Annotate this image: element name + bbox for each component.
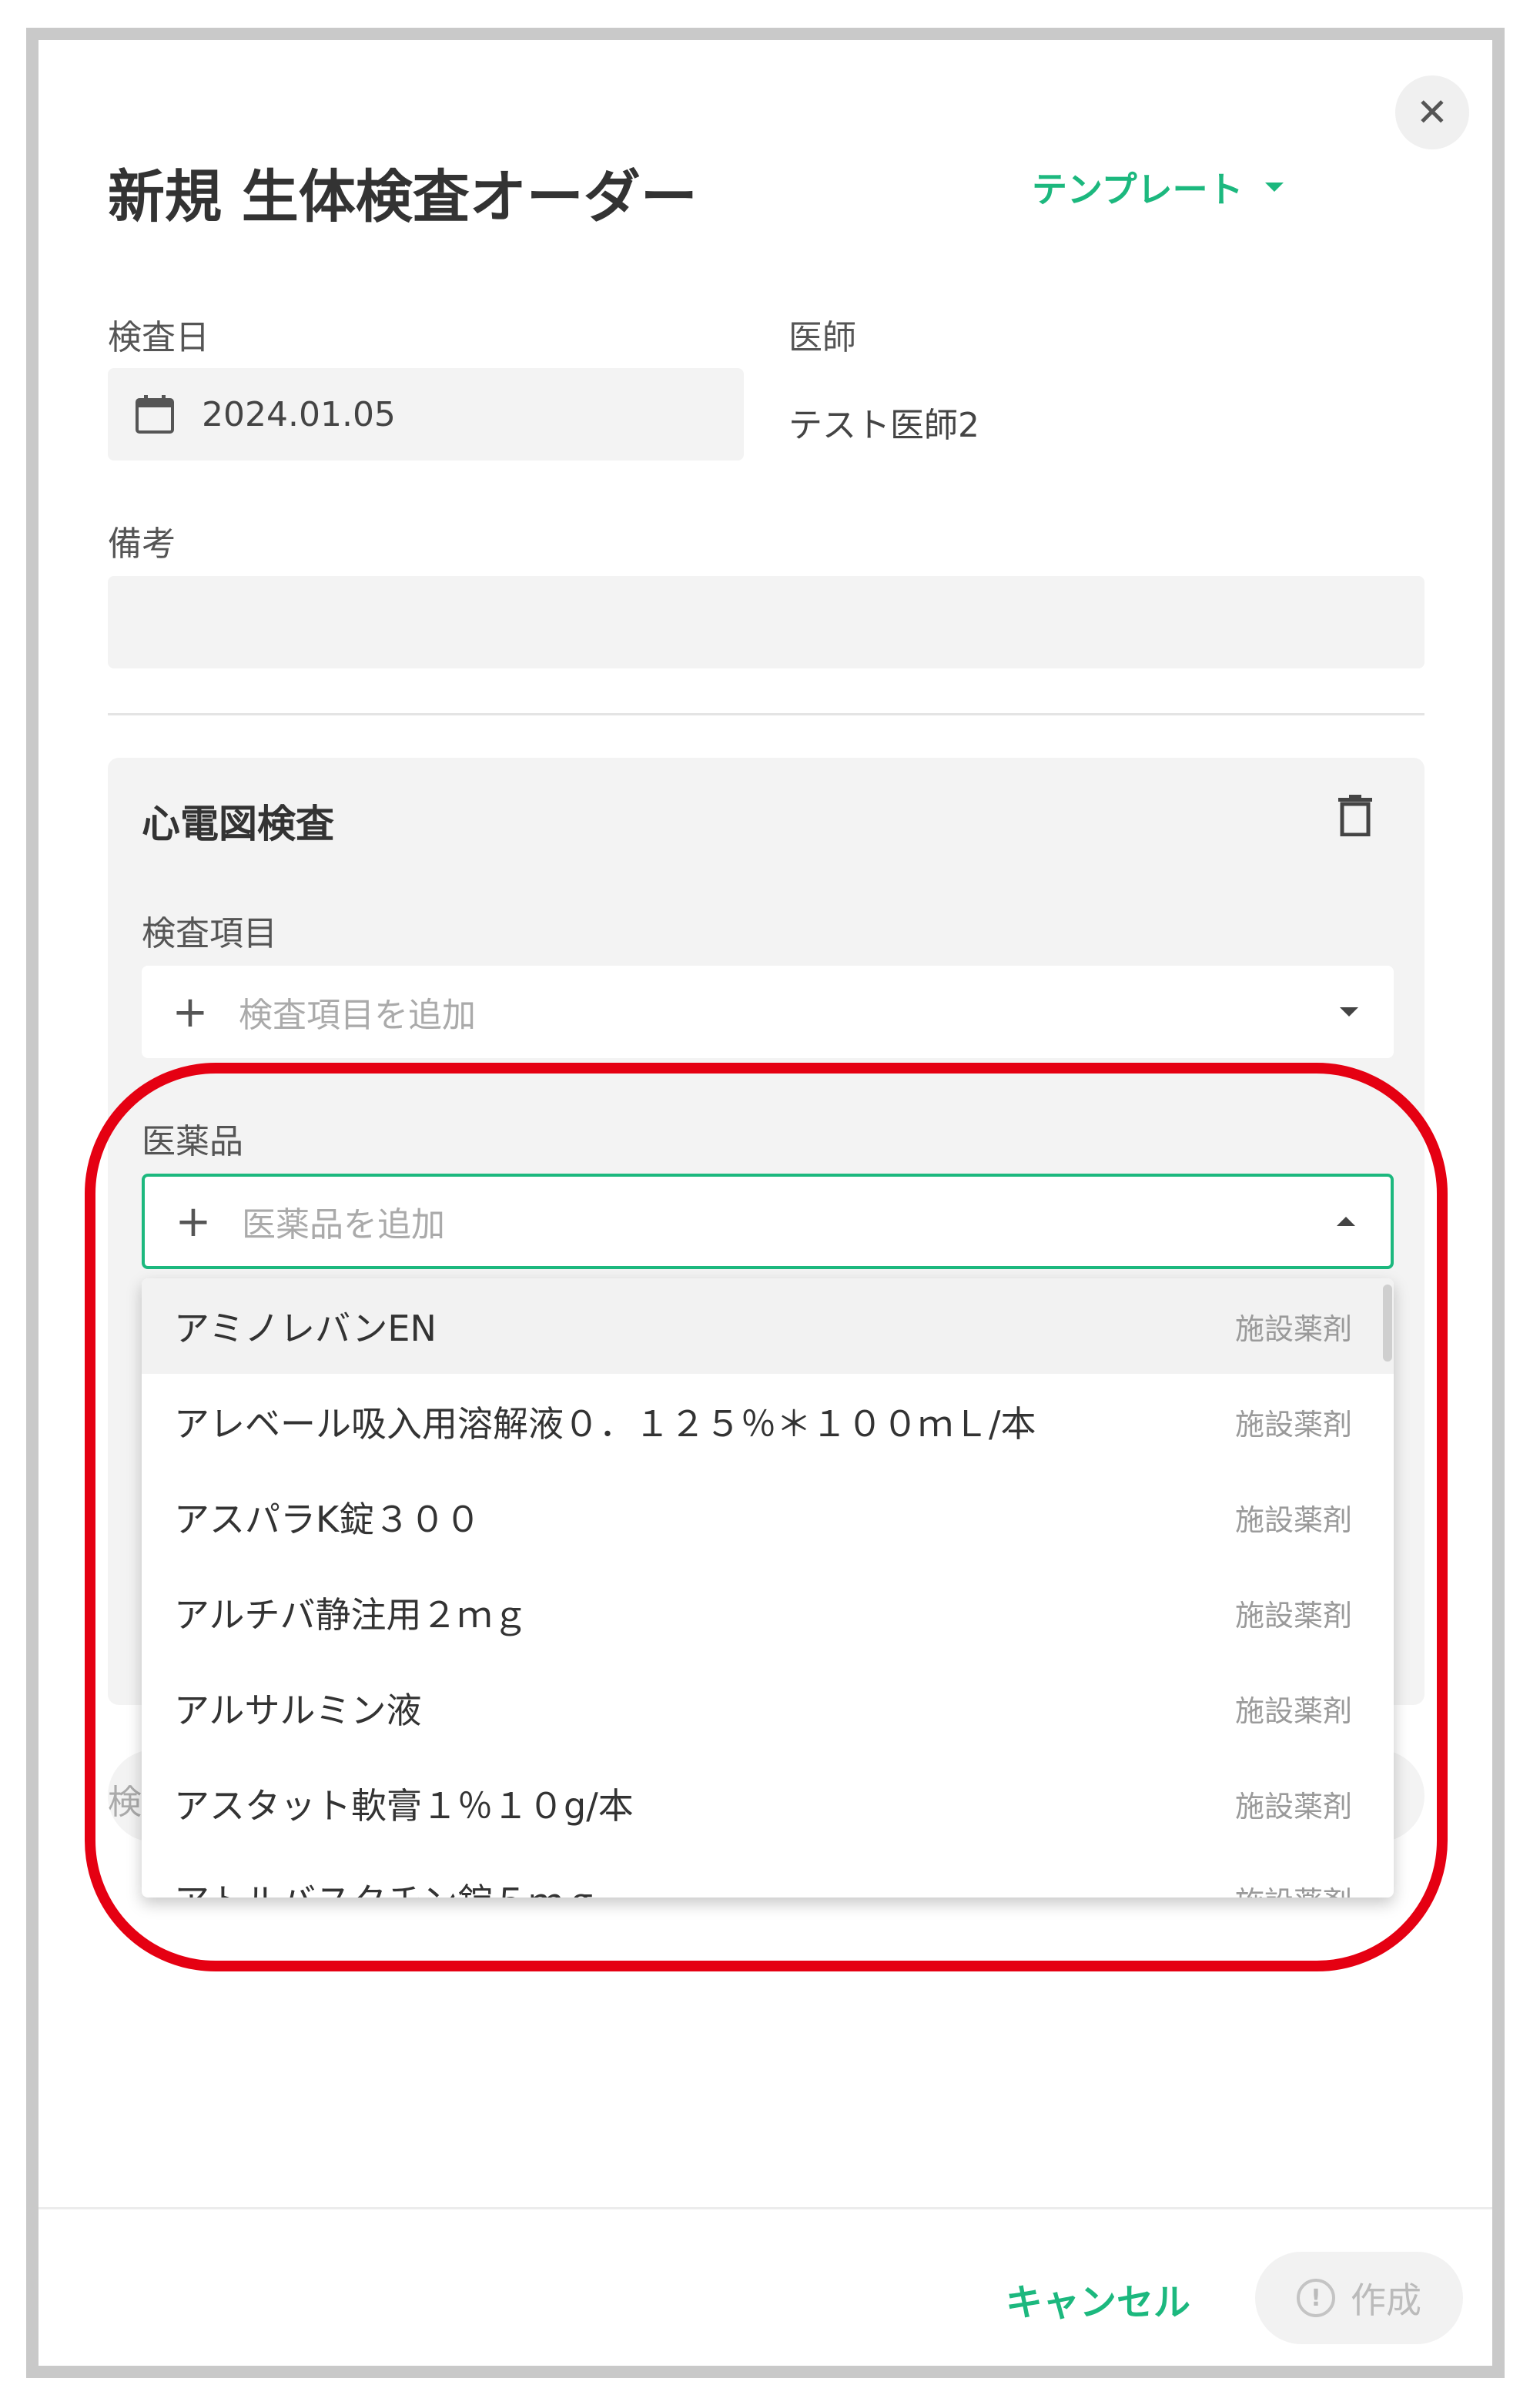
exam-items-combobox[interactable]: + 検査項目を追加	[142, 966, 1394, 1058]
trash-icon[interactable]	[1338, 795, 1372, 837]
notes-field[interactable]	[108, 576, 1424, 668]
items-label: 検査項目	[142, 914, 277, 953]
notes-label: 備考	[108, 524, 176, 564]
date-label: 検査日	[108, 318, 209, 357]
drug-dropdown-list[interactable]: アミノレバンEN 施設薬剤 アレベール吸入用溶解液０．１２５％＊１００ｍＬ/本 …	[142, 1278, 1394, 1898]
option-tag: 施設薬剤	[1234, 1789, 1352, 1824]
drugs-placeholder: 医薬品を追加	[242, 1205, 445, 1244]
dropdown-option[interactable]: アミノレバンEN 施設薬剤	[142, 1278, 1394, 1374]
divider	[108, 713, 1424, 715]
option-name: アスパラK錠３００	[174, 1499, 481, 1540]
option-tag: 施設薬剤	[1235, 1878, 1352, 1898]
close-button[interactable]: ✕	[1395, 75, 1469, 149]
dropdown-option[interactable]: アレベール吸入用溶解液０．１２５％＊１００ｍＬ/本 施設薬剤	[142, 1374, 1394, 1469]
exam-items-placeholder: 検査項目を追加	[239, 996, 476, 1035]
option-tag: 施設薬剤	[1234, 1598, 1352, 1633]
footer-divider	[38, 2207, 1492, 2209]
option-tag: 施設薬剤	[1234, 1407, 1352, 1442]
option-name: アルチバ静注用２ｍｇ	[174, 1594, 528, 1636]
plus-icon: +	[175, 1196, 212, 1247]
caret-up-icon	[1337, 1217, 1355, 1226]
dropdown-option[interactable]: アルサルミン液 施設薬剤	[142, 1660, 1394, 1756]
option-name: アミノレバンEN	[174, 1308, 437, 1349]
option-name: アルサルミン液	[174, 1690, 422, 1731]
alert-circle-icon: !	[1297, 2279, 1335, 2317]
option-tag: 施設薬剤	[1234, 1311, 1352, 1346]
caret-down-icon	[1340, 1007, 1358, 1017]
dropdown-option[interactable]: アトルバスタチン錠５ｍｇ 施設薬剤	[142, 1851, 1394, 1898]
doctor-label: 医師	[788, 318, 856, 357]
option-tag: 施設薬剤	[1234, 1502, 1352, 1537]
dropdown-scrollbar[interactable]	[1383, 1285, 1392, 1362]
caret-down-icon	[1264, 183, 1284, 192]
drugs-label: 医薬品	[142, 1122, 243, 1161]
dropdown-option[interactable]: アスパラK錠３００ 施設薬剤	[142, 1469, 1394, 1565]
dialog-title: 新規 生体検査オーダー	[108, 164, 698, 230]
cancel-button[interactable]: キャンセル	[1006, 2272, 1190, 2326]
obscured-label: 検	[108, 1783, 142, 1822]
option-tag: 施設薬剤	[1234, 1693, 1352, 1728]
close-icon: ✕	[1416, 90, 1448, 135]
section-title: 心電図検査	[142, 802, 334, 846]
plus-icon: +	[172, 986, 209, 1037]
template-dropdown-button[interactable]: テンプレート	[1032, 162, 1284, 213]
date-field[interactable]: 2024.01.05	[108, 368, 744, 461]
template-label: テンプレート	[1032, 169, 1244, 210]
create-button[interactable]: ! 作成	[1255, 2252, 1463, 2344]
dropdown-option[interactable]: アスタット軟膏１％１０g/本 施設薬剤	[142, 1756, 1394, 1851]
drugs-combobox[interactable]: + 医薬品を追加	[142, 1174, 1394, 1269]
calendar-icon	[134, 394, 176, 435]
option-name: アレベール吸入用溶解液０．１２５％＊１００ｍＬ/本	[174, 1403, 1036, 1445]
option-name: アトルバスタチン錠５ｍｇ	[174, 1874, 599, 1898]
create-label: 作成	[1351, 2279, 1421, 2321]
option-name: アスタット軟膏１％１０g/本	[174, 1785, 634, 1827]
date-value: 2024.01.05	[202, 394, 396, 434]
doctor-value: テスト医師2	[788, 406, 979, 445]
dropdown-option[interactable]: アルチバ静注用２ｍｇ 施設薬剤	[142, 1565, 1394, 1660]
